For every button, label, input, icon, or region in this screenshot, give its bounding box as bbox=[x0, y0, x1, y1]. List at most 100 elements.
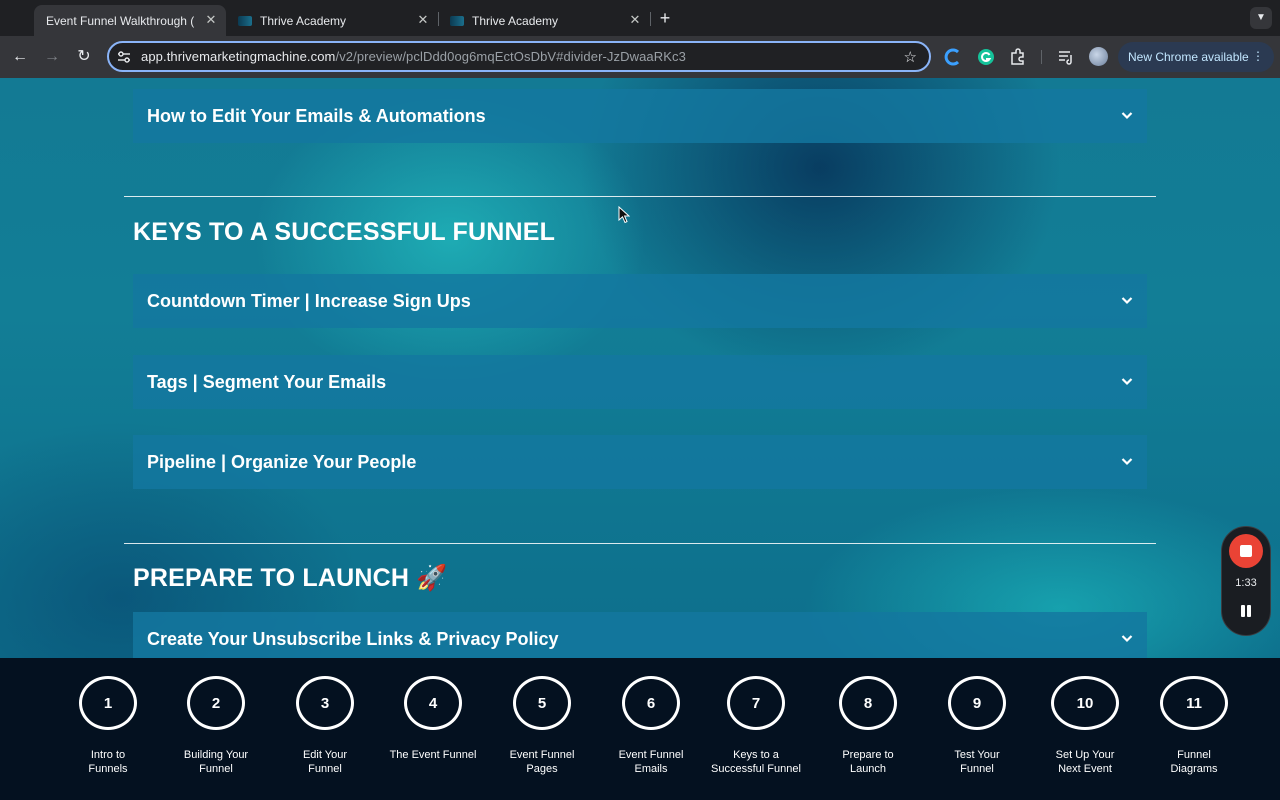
step-caption: Building Your Funnel bbox=[161, 748, 271, 776]
step-number: 2 bbox=[187, 676, 245, 730]
step-number: 6 bbox=[622, 676, 680, 730]
reload-icon[interactable]: ↻ bbox=[73, 46, 95, 68]
more-menu-icon[interactable]: ⋮ bbox=[1252, 49, 1264, 63]
step-caption-line: Funnel bbox=[960, 763, 994, 775]
step-11[interactable]: 11 Funnel Diagrams bbox=[1139, 676, 1249, 776]
step-caption-line: Funnel bbox=[199, 763, 233, 775]
step-caption: Prepare to Launch bbox=[813, 748, 923, 776]
browser-tab-bar: Event Funnel Walkthrough (S ✕ Thrive Aca… bbox=[0, 0, 1280, 36]
new-chrome-available-button[interactable]: New Chrome available ⋮ bbox=[1118, 42, 1274, 72]
accordion-countdown-timer[interactable]: Countdown Timer | Increase Sign Ups bbox=[133, 274, 1147, 328]
accordion-label: Countdown Timer | Increase Sign Ups bbox=[147, 290, 471, 311]
toolbar-separator bbox=[1041, 50, 1042, 64]
step-8[interactable]: 8 Prepare to Launch bbox=[813, 676, 923, 776]
step-number: 9 bbox=[948, 676, 1006, 730]
step-10[interactable]: 10 Set Up Your Next Event bbox=[1030, 676, 1140, 776]
step-caption: Funnel Diagrams bbox=[1139, 748, 1249, 776]
step-caption-line: Successful Funnel bbox=[711, 763, 801, 775]
step-caption-line: Prepare to bbox=[842, 749, 894, 761]
step-number: 4 bbox=[404, 676, 462, 730]
step-caption-line: Pages bbox=[526, 763, 558, 775]
step-caption-line: Event Funnel bbox=[509, 749, 575, 761]
step-caption-line: Intro to bbox=[90, 749, 126, 761]
address-bar[interactable]: app.thrivemarketingmachine.com/v2/previe… bbox=[107, 41, 931, 72]
section-divider bbox=[124, 543, 1156, 544]
url-host: app.thrivemarketingmachine.com bbox=[141, 49, 336, 64]
step-caption-line: Next Event bbox=[1058, 763, 1112, 775]
step-caption: Intro to Funnels bbox=[53, 748, 163, 776]
step-number: 3 bbox=[296, 676, 354, 730]
step-4[interactable]: 4 The Event Funnel bbox=[378, 676, 488, 762]
accordion-label: Tags | Segment Your Emails bbox=[147, 371, 387, 392]
tab-thrive-academy-2[interactable]: Thrive Academy ✕ bbox=[440, 5, 650, 36]
favicon-icon bbox=[450, 15, 464, 26]
accordion-pipeline[interactable]: Pipeline | Organize Your People bbox=[133, 435, 1147, 489]
pause-icon[interactable] bbox=[1239, 603, 1253, 619]
step-6[interactable]: 6 Event Funnel Emails bbox=[596, 676, 706, 776]
update-label: New Chrome available bbox=[1128, 50, 1249, 64]
step-caption: Event Funnel Emails bbox=[596, 748, 706, 776]
page-content: How to Edit Your Emails & Automations KE… bbox=[0, 78, 1280, 658]
step-caption-line: Funnel bbox=[1177, 749, 1211, 761]
tab-event-funnel-walkthrough[interactable]: Event Funnel Walkthrough (S ✕ bbox=[34, 5, 226, 36]
step-3[interactable]: 3 Edit Your Funnel bbox=[270, 676, 380, 776]
accordion-label: How to Edit Your Emails & Automations bbox=[147, 105, 486, 126]
step-number: 11 bbox=[1160, 676, 1228, 730]
step-caption-line: The Event Funnel bbox=[389, 749, 477, 761]
step-number: 1 bbox=[79, 676, 137, 730]
step-9[interactable]: 9 Test Your Funnel bbox=[922, 676, 1032, 776]
extension-c-icon[interactable] bbox=[943, 47, 963, 67]
tab-separator bbox=[650, 12, 651, 26]
step-caption: Event Funnel Pages bbox=[487, 748, 597, 776]
section-title-keys: KEYS TO A SUCCESSFUL FUNNEL bbox=[133, 218, 556, 246]
step-1[interactable]: 1 Intro to Funnels bbox=[53, 676, 163, 776]
tab-title: Thrive Academy bbox=[472, 13, 559, 28]
step-caption: Test Your Funnel bbox=[922, 748, 1032, 776]
stop-icon bbox=[1240, 545, 1252, 557]
profile-avatar[interactable] bbox=[1089, 47, 1108, 66]
accordion-edit-emails[interactable]: How to Edit Your Emails & Automations bbox=[133, 89, 1147, 143]
chevron-down-icon bbox=[1121, 458, 1133, 466]
close-tab-icon[interactable]: ✕ bbox=[204, 13, 218, 27]
step-caption: Edit Your Funnel bbox=[270, 748, 380, 776]
chevron-down-icon bbox=[1121, 635, 1133, 643]
chevron-down-icon bbox=[1121, 297, 1133, 305]
accordion-unsubscribe-links[interactable]: Create Your Unsubscribe Links & Privacy … bbox=[133, 612, 1147, 658]
bookmark-star-icon[interactable]: ☆ bbox=[904, 48, 917, 66]
close-tab-icon[interactable]: ✕ bbox=[416, 13, 430, 27]
step-caption-line: Launch bbox=[849, 763, 887, 775]
new-tab-icon[interactable]: + bbox=[656, 9, 674, 27]
section-title-prepare: PREPARE TO LAUNCH 🚀 bbox=[133, 564, 448, 592]
tab-search-chevron-icon[interactable]: ▼ bbox=[1250, 7, 1272, 29]
grammarly-icon[interactable] bbox=[976, 47, 996, 67]
step-2[interactable]: 2 Building Your Funnel bbox=[161, 676, 271, 776]
forward-arrow-icon[interactable]: → bbox=[41, 46, 63, 68]
reading-list-icon[interactable] bbox=[1056, 47, 1076, 67]
url-path: /v2/preview/pclDdd0og6mqEctOsDbV#divider… bbox=[335, 49, 686, 64]
step-number: 10 bbox=[1051, 676, 1119, 730]
url-text: app.thrivemarketingmachine.com/v2/previe… bbox=[141, 49, 686, 64]
step-number: 5 bbox=[513, 676, 571, 730]
mouse-cursor-icon bbox=[618, 206, 630, 224]
step-caption-line: Test Your bbox=[954, 749, 1000, 761]
accordion-tags[interactable]: Tags | Segment Your Emails bbox=[133, 355, 1147, 409]
tab-title: Thrive Academy bbox=[260, 13, 347, 28]
back-arrow-icon[interactable]: ← bbox=[9, 46, 31, 68]
stop-recording-button[interactable] bbox=[1229, 534, 1263, 568]
step-7[interactable]: 7 Keys to a Successful Funnel bbox=[701, 676, 811, 776]
accordion-label: Create Your Unsubscribe Links & Privacy … bbox=[147, 628, 559, 649]
accordion-label: Pipeline | Organize Your People bbox=[147, 451, 417, 472]
site-settings-icon[interactable] bbox=[117, 50, 131, 64]
step-navigation: 1 Intro to Funnels 2 Building Your Funnel … bbox=[0, 658, 1280, 800]
close-tab-icon[interactable]: ✕ bbox=[628, 13, 642, 27]
tab-thrive-academy-1[interactable]: Thrive Academy ✕ bbox=[228, 5, 438, 36]
step-caption: The Event Funnel bbox=[378, 748, 488, 762]
step-caption-line: Set Up Your bbox=[1055, 749, 1115, 761]
step-caption: Set Up Your Next Event bbox=[1030, 748, 1140, 776]
extensions-puzzle-icon[interactable] bbox=[1008, 47, 1028, 67]
step-caption-line: Keys to a bbox=[733, 749, 779, 761]
step-caption-line: Emails bbox=[634, 763, 668, 775]
chevron-down-icon bbox=[1121, 378, 1133, 386]
tab-title: Event Funnel Walkthrough (S bbox=[46, 13, 194, 28]
step-5[interactable]: 5 Event Funnel Pages bbox=[487, 676, 597, 776]
